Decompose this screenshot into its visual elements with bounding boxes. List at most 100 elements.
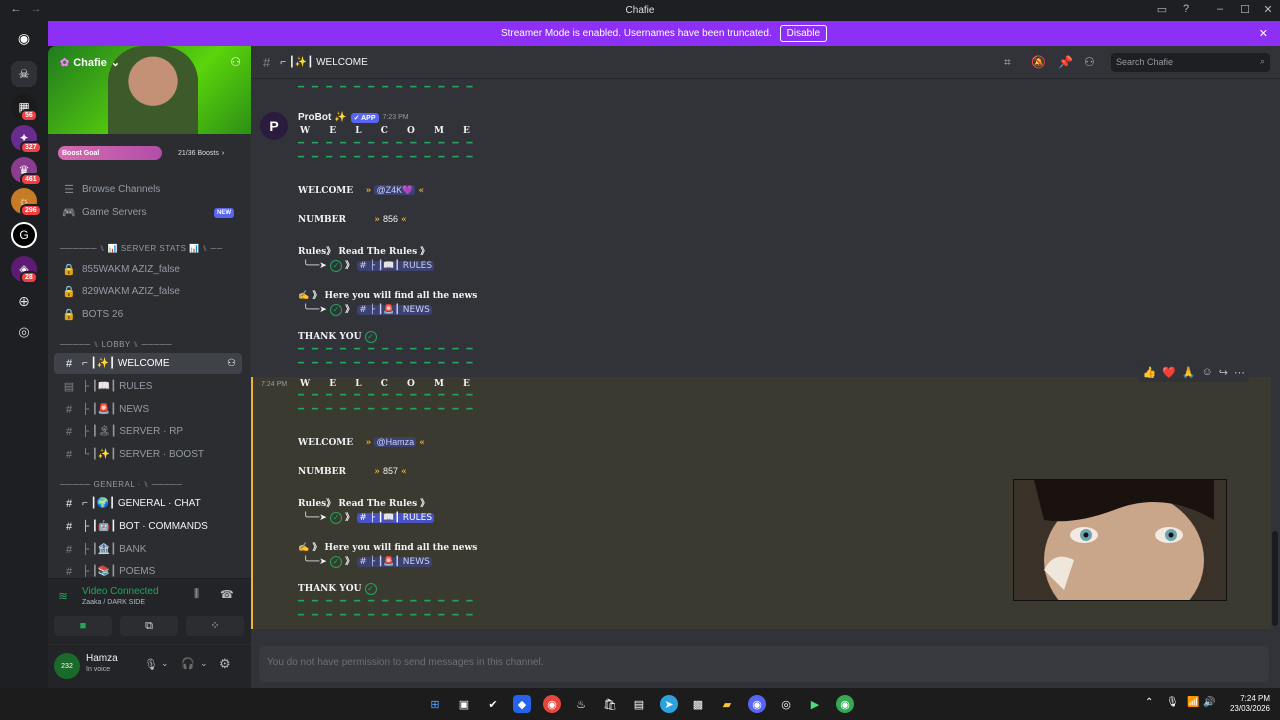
invite-icon[interactable]: ⚇ — [227, 358, 236, 369]
channel-mention-news[interactable]: # ├ ┃🚨┃ NEWS — [357, 557, 432, 567]
divider-line: ━ ━ ━ ━ ━ ━ ━ ━ ━ ━ ━ ━ ━ — [298, 610, 474, 621]
app-icon[interactable]: ◎ — [777, 695, 795, 713]
volume-icon[interactable]: 🔊 — [1203, 697, 1215, 708]
game-servers[interactable]: 🎮 Game Servers NEW — [54, 202, 242, 223]
reaction-pray[interactable]: 🙏 — [1182, 366, 1196, 379]
close-banner-icon[interactable]: ✕ — [1259, 27, 1268, 40]
video-popout[interactable] — [1013, 479, 1227, 601]
timestamp: 7:24 PM — [261, 381, 288, 388]
more-options-icon[interactable]: ⋯ — [1234, 366, 1245, 379]
chevron-up-icon[interactable]: ⌃ — [1145, 697, 1153, 708]
file-explorer-icon[interactable]: ▰ — [718, 695, 736, 713]
browse-channels[interactable]: ☰ Browse Channels — [54, 179, 242, 200]
activities-button[interactable]: ⁘ — [186, 616, 244, 636]
settings-gear-icon[interactable]: ⚙ — [219, 656, 231, 672]
reply-icon[interactable]: ↪ — [1219, 366, 1228, 379]
rules-icon: ▤ — [63, 381, 75, 393]
avatar[interactable]: P — [260, 112, 288, 140]
mention-badge: 327 — [20, 141, 42, 154]
microphone-icon[interactable]: 🎙 — [1166, 697, 1179, 708]
signal-icon[interactable]: ≋ — [58, 589, 68, 603]
channel-bot-commands[interactable]: # ├ ┃🤖┃ BOT · COMMANDS — [54, 516, 242, 537]
camera-button[interactable]: ■ — [54, 616, 112, 636]
headphones-icon[interactable]: 🎧 — [181, 657, 195, 670]
invite-people-icon[interactable]: ⚇ — [230, 55, 241, 69]
disconnect-icon[interactable]: ☎ — [220, 588, 234, 601]
terminal-icon[interactable]: ▤ — [630, 695, 648, 713]
microphone-icon[interactable]: 🎙 — [144, 658, 158, 671]
app-icon[interactable]: ▶ — [806, 695, 824, 713]
check-app-icon[interactable]: ✔ — [484, 695, 502, 713]
add-reaction-icon[interactable]: ☺ — [1202, 366, 1213, 379]
hashtag-icon: # — [65, 403, 73, 416]
scrollbar-thumb[interactable] — [1272, 531, 1278, 626]
chevron-down-icon[interactable]: ⌄ — [200, 658, 208, 669]
voice-channel[interactable]: Zaaka / DARK SIDE — [82, 599, 145, 606]
scrollbar[interactable] — [1272, 79, 1278, 642]
telegram-icon[interactable]: ➤ — [660, 695, 678, 713]
chevron-down-icon[interactable]: ⌄ — [161, 658, 169, 669]
channel-mention-rules[interactable]: # ├ ┃📖┃ RULES — [357, 513, 435, 523]
stat-channel[interactable]: 🔒 855WAKM AZIZ_false — [54, 259, 242, 280]
check-icon: ✓ — [364, 331, 377, 343]
channel-general-chat[interactable]: # ⌐ ┃🌍┃ GENERAL · CHAT — [54, 493, 242, 514]
author-name[interactable]: ProBot ✨ — [298, 112, 347, 123]
reaction-thumbs-up[interactable]: 👍 — [1142, 366, 1156, 379]
pin-icon[interactable]: 📌 — [1058, 55, 1073, 69]
store-icon[interactable]: 🛍 — [601, 695, 619, 713]
help-icon[interactable]: ? — [1178, 3, 1194, 15]
channel-rules[interactable]: ▤ ├ ┃📖┃ RULES — [54, 376, 242, 397]
wifi-icon[interactable]: 📶 — [1187, 697, 1199, 708]
category-lobby[interactable]: ───── ⑊ LOBBY ⑊ ───── — [60, 340, 172, 349]
server-name[interactable]: ✿ Chafie ⌄ — [60, 56, 120, 70]
channel-bank[interactable]: # ├ ┃🏦┃ BANK — [54, 539, 242, 560]
divider-line: ━ ━ ━ ━ ━ ━ ━ ━ ━ ━ ━ ━ ━ — [298, 390, 474, 401]
channel-server-boost[interactable]: # └ ┃✨┃ SERVER · BOOST — [54, 444, 242, 465]
server-banner[interactable]: ✿ Chafie ⌄ ⚇ — [48, 46, 251, 134]
search-input[interactable]: Search Chafie ⌕ — [1111, 53, 1270, 72]
stat-channel[interactable]: 🔒 829WAKM AZIZ_false — [54, 281, 242, 302]
channel-mention-rules[interactable]: # ├ ┃📖┃ RULES — [357, 261, 435, 271]
start-icon[interactable]: ⊞ — [426, 695, 444, 713]
category-server-stats[interactable]: ────── ⑊ 📊 SERVER STATS 📊 ⑊ ── — [60, 244, 223, 253]
chrome-icon[interactable]: ◉ — [836, 695, 854, 713]
avatar[interactable]: 232 — [54, 653, 80, 679]
task-view-icon[interactable]: ▣ — [455, 695, 473, 713]
inbox-icon[interactable]: ▭ — [1154, 3, 1170, 16]
minimize-icon[interactable]: – — [1212, 3, 1228, 15]
add-server-icon[interactable]: ⊕ — [11, 288, 37, 314]
discord-home-icon[interactable]: ◉ — [11, 25, 37, 51]
channel-news[interactable]: # ├ ┃🚨┃ NEWS — [54, 399, 242, 420]
system-clock[interactable]: 7:24 PM 23/03/2026 — [1230, 694, 1270, 714]
member-list-icon[interactable]: ⚇ — [1084, 55, 1095, 69]
game-app-icon[interactable]: ▩ — [689, 695, 707, 713]
maximize-icon[interactable]: ☐ — [1237, 3, 1253, 16]
username[interactable]: Hamza — [86, 653, 118, 664]
channel-welcome[interactable]: # ⌐ ┃✨┃ WELCOME ⚇ — [54, 353, 242, 374]
server-icon-chafie[interactable]: ☠ — [11, 61, 37, 87]
discord-taskbar-icon[interactable]: ◉ — [748, 695, 766, 713]
divider-line: ━ ━ ━ ━ ━ ━ ━ ━ ━ ━ ━ ━ ━ — [298, 596, 474, 607]
close-window-icon[interactable]: ✕ — [1260, 3, 1276, 16]
threads-icon[interactable]: ⌗ — [1004, 55, 1011, 70]
screen-share-button[interactable]: ⧉ — [120, 616, 178, 636]
channel-mention-news[interactable]: # ├ ┃🚨┃ NEWS — [357, 305, 432, 315]
noise-suppression-icon[interactable]: ⫼ — [194, 588, 199, 601]
stat-channel[interactable]: 🔒 BOTS 26 — [54, 304, 242, 325]
app-icon[interactable]: ◆ — [513, 695, 531, 713]
user-mention[interactable]: @Hamza — [374, 437, 417, 447]
search-icon: ⌕ — [1259, 56, 1265, 66]
notification-bell-icon[interactable]: 🔕 — [1031, 55, 1046, 69]
reaction-heart[interactable]: ❤️ — [1162, 366, 1176, 379]
boost-goal[interactable]: Boost Goal 21/36 Boosts › — [58, 146, 240, 160]
steam-icon[interactable]: ♨ — [572, 695, 590, 713]
discover-icon[interactable]: ◎ — [11, 319, 37, 345]
disable-button[interactable]: Disable — [779, 25, 828, 42]
category-general[interactable]: ───── GENERAL · ⑊ ───── — [60, 480, 182, 489]
server-icon-6[interactable]: G — [11, 222, 37, 248]
chrome-icon[interactable]: ◉ — [543, 695, 561, 713]
taskbar: ⊞ ▣ ✔ ◆ ◉ ♨ 🛍 ▤ ➤ ▩ ▰ ◉ ◎ ▶ ◉ ⌃ 🎙 📶 🔊 7:… — [0, 688, 1280, 720]
channel-server-rp[interactable]: # ├ ┃🏝┃ SERVER · RP — [54, 421, 242, 442]
voice-status[interactable]: Video Connected — [82, 586, 159, 597]
user-mention[interactable]: @Z4K💜 — [374, 185, 416, 195]
